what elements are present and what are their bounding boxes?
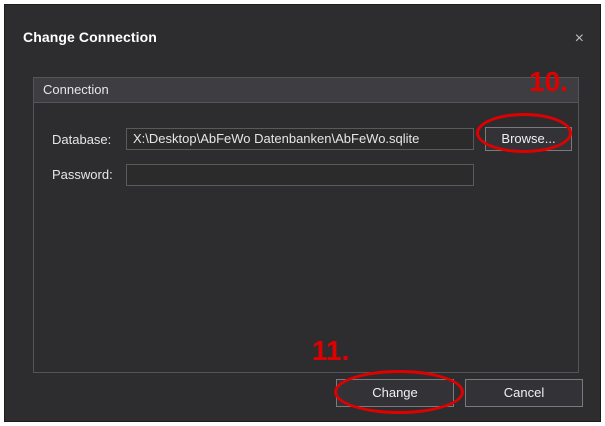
change-button[interactable]: Change <box>336 379 454 407</box>
password-label: Password: <box>52 167 113 182</box>
title-bar: Change Connection × <box>5 5 600 69</box>
password-field[interactable] <box>126 164 474 186</box>
change-connection-dialog: Change Connection × Connection Database:… <box>4 4 601 422</box>
dialog-title: Change Connection <box>23 29 157 45</box>
browse-button[interactable]: Browse... <box>485 127 572 151</box>
database-field[interactable]: X:\Desktop\AbFeWo Datenbanken\AbFeWo.sql… <box>126 128 474 150</box>
close-icon[interactable]: × <box>575 31 584 47</box>
connection-group-header: Connection <box>34 78 578 103</box>
database-label: Database: <box>52 132 112 147</box>
connection-group: Connection Database: X:\Desktop\AbFeWo D… <box>33 77 579 373</box>
step-11-annotation: 11. <box>312 335 350 366</box>
step-10-annotation: 10. <box>529 66 568 97</box>
cancel-button[interactable]: Cancel <box>465 379 583 407</box>
